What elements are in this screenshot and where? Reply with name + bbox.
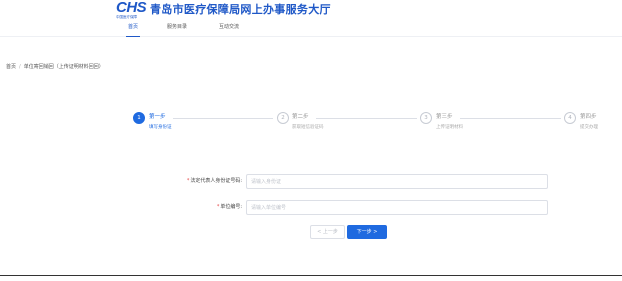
step-3-title: 第三步 [436,114,453,120]
breadcrumb-current: 单位寄回销回（上传证明材料回回） [23,64,104,70]
chs-logo[interactable]: CHS [116,0,147,16]
nav-interaction[interactable]: 互动交流 [219,22,239,37]
page: CHS 中国医疗保障 青岛市医疗保障局网上办事服务大厅 首页 服务目录 互动交流… [0,0,622,281]
step-divider [173,118,273,119]
step-1-circle: 1 [133,112,145,124]
step-2-title: 第二步 [292,114,309,120]
logo-subtitle: 中国医疗保障 [116,15,137,19]
step-3-circle: 3 [420,112,432,124]
header: CHS 中国医疗保障 青岛市医疗保障局网上办事服务大厅 首页 服务目录 互动交流 [0,0,622,37]
breadcrumb-home[interactable]: 首页 [6,64,16,71]
required-mark: * [186,178,190,184]
unit-number-input[interactable] [246,200,548,215]
unit-number-label: *单位编号: [216,204,242,210]
step-1-title: 第一步 [149,114,166,120]
steps: 1 第一步 填写身份证 2 第二步 获取短信验证码 3 第三步 上传证明材料 4… [0,112,622,142]
id-number-input[interactable] [246,174,548,189]
breadcrumb-separator: / [19,64,21,70]
step-3-desc: 上传证明材料 [436,125,463,130]
prev-step-button[interactable]: < 上一步 [310,225,345,239]
step-4-title: 第四步 [580,114,597,120]
step-4-circle: 4 [564,112,576,124]
step-4-desc: 提交办理 [580,125,598,130]
footer-divider [0,275,622,276]
step-2-desc: 获取短信验证码 [292,125,324,130]
next-step-button[interactable]: 下一步 > [347,225,387,239]
required-mark: * [216,204,220,210]
nav-home[interactable]: 首页 [125,22,141,37]
breadcrumb: 首页 / 单位寄回销回（上传证明材料回回） [6,64,104,71]
id-number-label: *法定代表人身份证号码: [186,178,242,184]
step-divider [460,118,561,119]
step-2-circle: 2 [277,112,289,124]
site-title: 青岛市医疗保障局网上办事服务大厅 [150,3,331,16]
step-1-desc: 填写身份证 [149,125,172,130]
nav-service-catalog[interactable]: 服务目录 [167,22,187,37]
step-divider [316,118,417,119]
